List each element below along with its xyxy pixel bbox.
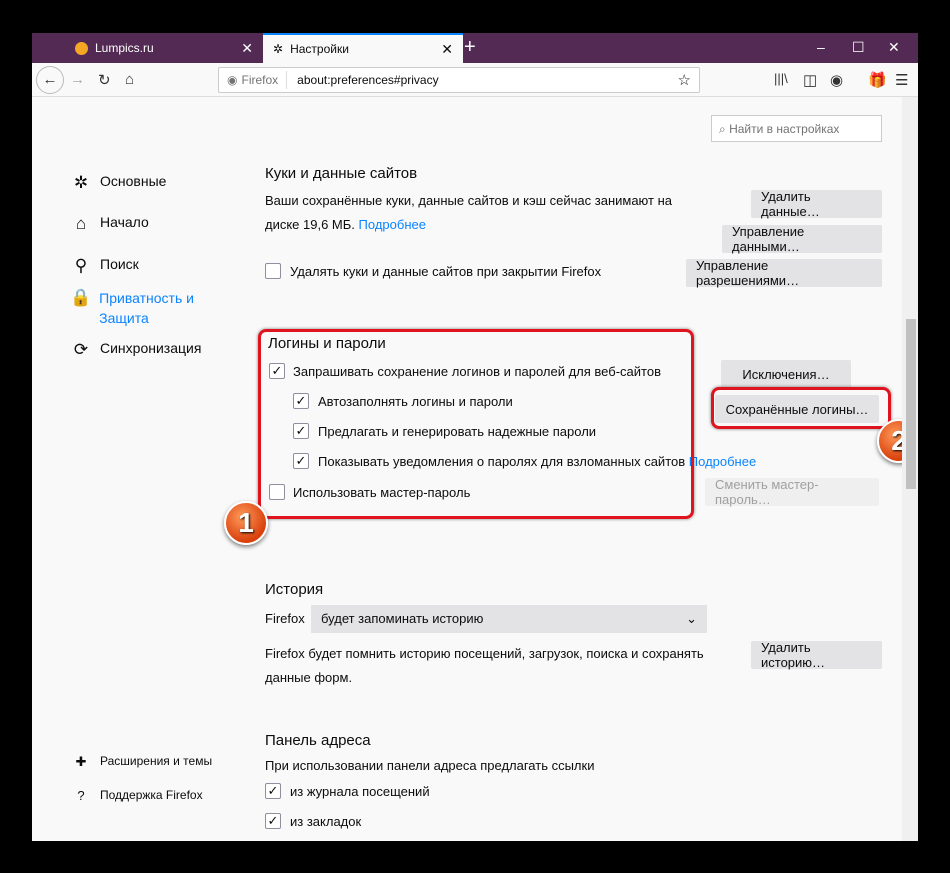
puzzle-icon: ✚ [75, 754, 87, 769]
search-icon: ⚲ [74, 256, 88, 275]
delete-data-button[interactable]: Удалить данные… [751, 189, 882, 219]
maximize-button[interactable]: ☐ [852, 39, 865, 56]
identity-label: Firefox [241, 73, 279, 87]
sidebar-extensions-link[interactable]: ✚ Расширения и темы [70, 754, 213, 770]
home-icon: ⌂ [75, 214, 87, 233]
suggest-bookmarks-label: из закладок [290, 814, 362, 829]
sidebar-item-label: Поддержка Firefox [100, 788, 203, 802]
search-placeholder: Найти в настройках [729, 122, 840, 136]
history-select-value: будет запоминать историю [321, 611, 484, 626]
search-input[interactable]: ⌕ Найти в настройках [711, 115, 882, 142]
sidebar-icon[interactable]: ◫ [803, 71, 817, 89]
breach-learn-more-link[interactable]: Подробнее [689, 454, 756, 469]
new-tab-button[interactable]: + [464, 36, 476, 59]
close-tab-icon[interactable]: ✕ [441, 41, 453, 58]
tab-settings[interactable]: ✲ Настройки ✕ [263, 33, 463, 63]
firefox-window: Lumpics.ru ✕ ✲ Настройки ✕ + – ☐ ✕ ← → ↻ ⌂ … [32, 33, 918, 841]
sidebar-item-general[interactable]: ✲ Основные [70, 173, 167, 193]
chevron-down-icon: ⌄ [686, 611, 697, 626]
cookies-learn-more-link[interactable]: Подробнее [359, 217, 426, 232]
lock-icon: 🔒 [70, 288, 92, 307]
sidebar-item-label: Основные [100, 173, 167, 189]
gear-icon: ✲ [73, 173, 89, 192]
history-description: Firefox будет помнить историю посещений,… [265, 646, 704, 685]
history-heading: История [265, 581, 324, 598]
exceptions-button[interactable]: Исключения… [721, 360, 851, 388]
gear-icon: ✲ [273, 42, 284, 56]
identity-box[interactable]: ◉ Firefox [219, 71, 288, 89]
home-button[interactable]: ⌂ [125, 71, 134, 88]
bookmark-star-icon[interactable]: ☆ [678, 71, 691, 89]
close-tab-icon[interactable]: ✕ [241, 40, 253, 57]
highlight-box-1 [258, 329, 694, 519]
back-button[interactable]: ← [36, 66, 64, 94]
sidebar-item-label: Приватность и Защита [99, 290, 194, 326]
suggest-bookmarks-checkbox[interactable]: ✓ [265, 813, 281, 829]
library-icon[interactable]: |||\ [774, 71, 788, 86]
highlight-box-2 [711, 387, 891, 429]
firefox-icon: ◉ [227, 73, 238, 87]
tab-bar: Lumpics.ru ✕ ✲ Настройки ✕ + – ☐ ✕ [32, 33, 918, 63]
manage-permissions-button[interactable]: Управление разрешениями… [686, 258, 882, 288]
reload-button[interactable]: ↻ [98, 71, 111, 89]
scrollbar-thumb[interactable] [906, 319, 916, 489]
clear-history-button[interactable]: Удалить историю… [751, 640, 882, 670]
cookies-desc-text: Ваши сохранённые куки, данные сайтов и к… [265, 193, 672, 232]
minimize-button[interactable]: – [817, 39, 825, 55]
clear-cookies-label: Удалять куки и данные сайтов при закрыти… [290, 264, 602, 279]
suggest-history-checkbox[interactable]: ✓ [265, 783, 281, 799]
sidebar-item-privacy[interactable]: 🔒 Приватность и Защита [70, 288, 210, 328]
sidebar-item-label: Поиск [100, 256, 139, 272]
preferences-content: ⌕ Найти в настройках ✲ Основные ⌂ Начало ⚲… [32, 97, 918, 841]
sidebar-item-home[interactable]: ⌂ Начало [70, 214, 149, 234]
sidebar-item-search[interactable]: ⚲ Поиск [70, 256, 139, 276]
cookies-heading: Куки и данные сайтов [265, 165, 418, 182]
account-icon[interactable]: ◉ [830, 71, 843, 89]
menu-icon[interactable]: ☰ [895, 71, 908, 89]
manage-data-button[interactable]: Управление данными… [722, 224, 882, 254]
sidebar-item-label: Расширения и темы [100, 754, 213, 768]
suggest-history-label: из журнала посещений [290, 784, 430, 799]
tab-title: Настройки [290, 42, 349, 56]
clear-cookies-on-close-checkbox[interactable] [265, 263, 281, 279]
addressbar-description: При использовании панели адреса предлага… [265, 758, 595, 773]
tab-lumpics[interactable]: Lumpics.ru ✕ [65, 33, 263, 63]
url-text[interactable]: about:preferences#privacy [287, 73, 438, 87]
change-master-password-button: Сменить мастер-пароль… [705, 477, 879, 507]
vertical-scrollbar[interactable] [902, 97, 918, 841]
gift-icon[interactable]: 🎁 [868, 71, 887, 89]
sync-icon: ⟳ [73, 340, 89, 359]
annotation-badge-1: 1 [224, 501, 268, 545]
sidebar-item-sync[interactable]: ⟳ Синхронизация [70, 340, 202, 360]
sidebar-item-label: Синхронизация [100, 340, 202, 356]
nav-toolbar: ← → ↻ ⌂ ◉ Firefox about:preferences#priva… [32, 63, 918, 97]
forward-button[interactable]: → [70, 71, 85, 88]
cookies-description: Ваши сохранённые куки, данные сайтов и к… [265, 189, 685, 237]
site-favicon-icon [75, 41, 88, 55]
sidebar-support-link[interactable]: ? Поддержка Firefox [70, 788, 203, 803]
history-mode-select[interactable]: будет запоминать историю ⌄ [311, 605, 707, 633]
help-icon: ? [77, 788, 85, 803]
addressbar-heading: Панель адреса [265, 732, 371, 749]
sidebar-item-label: Начало [100, 214, 149, 230]
tab-title: Lumpics.ru [95, 41, 154, 55]
close-window-button[interactable]: ✕ [888, 39, 900, 56]
history-firefox-label: Firefox [265, 611, 305, 626]
url-bar[interactable]: ◉ Firefox about:preferences#privacy ☆ [218, 67, 700, 93]
